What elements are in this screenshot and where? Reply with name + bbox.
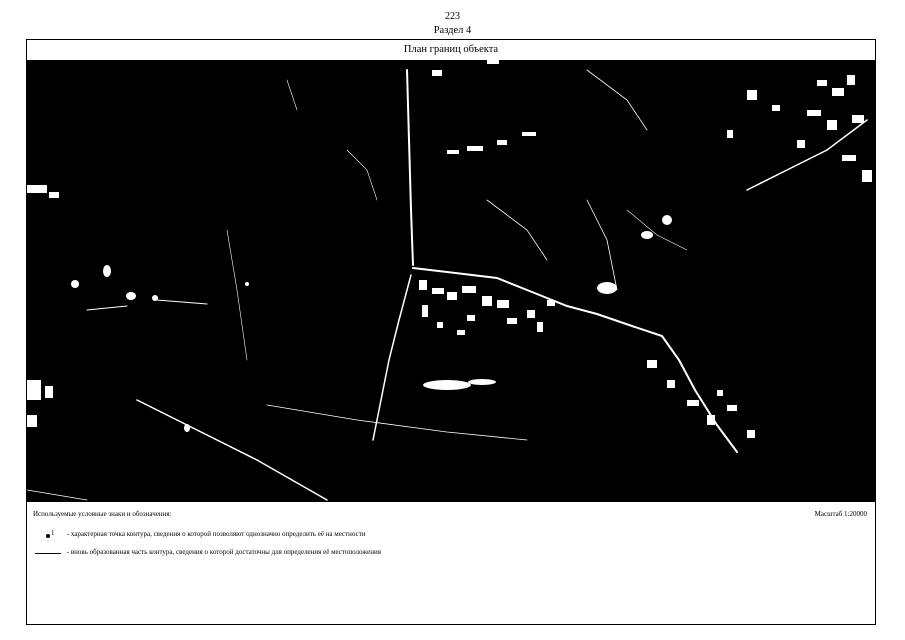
map-building <box>817 80 827 86</box>
map-building <box>497 300 509 308</box>
map-building <box>437 322 443 328</box>
map-building <box>467 315 475 321</box>
map-patch <box>71 280 79 288</box>
map-patch <box>245 282 249 286</box>
map-building <box>419 280 427 290</box>
map-patch <box>27 185 47 193</box>
scale-label: Масштаб 1:20000 <box>814 510 867 518</box>
map-patch <box>184 424 190 432</box>
map-building <box>667 380 675 388</box>
map-track <box>626 209 688 251</box>
map-patch <box>641 231 653 239</box>
map-building <box>847 75 855 85</box>
map-patch <box>103 265 111 277</box>
map-building <box>507 318 517 324</box>
legend-item-text: - вновь образованная часть контура, свед… <box>66 548 381 556</box>
map-patch <box>432 70 442 76</box>
map-building <box>842 155 856 161</box>
map-building <box>807 110 821 116</box>
map-building <box>772 105 780 111</box>
section-title: Раздел 4 <box>433 25 472 36</box>
map-track <box>226 229 248 361</box>
map-track <box>266 404 528 441</box>
map-patch <box>487 60 499 64</box>
map-building <box>422 305 428 317</box>
map-patch <box>597 282 617 294</box>
map-building <box>727 130 733 138</box>
map-building <box>457 330 465 335</box>
map-building <box>717 390 723 396</box>
map-patch <box>662 215 672 225</box>
map-patch <box>152 295 158 301</box>
map-track <box>27 489 88 501</box>
point-label: 1 <box>51 529 55 537</box>
map-building <box>447 292 457 300</box>
map-image <box>27 60 872 501</box>
map-building <box>527 310 535 318</box>
map-track <box>86 305 128 311</box>
map-road <box>406 69 414 266</box>
map-building <box>482 296 492 306</box>
map-building <box>432 288 444 294</box>
map-patch <box>126 292 136 300</box>
plan-frame: План границ объекта Используемые условны… <box>26 39 876 625</box>
line-icon <box>35 553 61 554</box>
map-patch <box>27 415 37 427</box>
map-track <box>346 149 378 201</box>
map-building <box>647 360 657 368</box>
legend-header: Используемые условные знаки и обозначени… <box>33 510 172 518</box>
map-building <box>462 286 476 293</box>
map-building <box>547 300 555 306</box>
map-track <box>286 79 298 111</box>
map-patch <box>497 140 507 145</box>
map-patch <box>522 132 536 136</box>
map-building <box>827 120 837 130</box>
line-symbol <box>35 548 65 558</box>
map-road <box>136 399 328 501</box>
map-patch <box>423 380 471 390</box>
map-building <box>707 415 715 425</box>
legend-item: - вновь образованная часть контура, свед… <box>35 548 387 558</box>
map-road <box>412 267 738 453</box>
map-building <box>537 322 543 332</box>
point-symbol: 1 <box>35 529 65 540</box>
map-building <box>727 405 737 411</box>
map-building <box>797 140 805 148</box>
map-building <box>747 430 755 438</box>
page-number: 223 <box>445 11 460 22</box>
satellite-map <box>27 60 875 502</box>
point-dot-icon <box>46 534 50 538</box>
map-track <box>586 199 618 291</box>
legend-item: 1 - характерная точка контура, сведения … <box>35 529 387 540</box>
map-patch <box>467 146 483 151</box>
plan-title: План границ объекта <box>403 44 499 55</box>
map-track <box>486 199 548 261</box>
map-patch <box>447 150 459 154</box>
map-track <box>156 299 208 305</box>
legend-item-text: - характерная точка контура, сведения о … <box>66 530 366 538</box>
map-road <box>372 274 412 441</box>
map-patch <box>49 192 59 198</box>
map-patch <box>45 386 53 398</box>
map-building <box>747 90 757 100</box>
map-track <box>586 69 648 131</box>
map-patch <box>468 379 496 385</box>
map-building <box>687 400 699 406</box>
map-building <box>832 88 844 96</box>
map-patch <box>27 380 41 400</box>
map-building <box>862 170 872 182</box>
map-building <box>852 115 864 123</box>
